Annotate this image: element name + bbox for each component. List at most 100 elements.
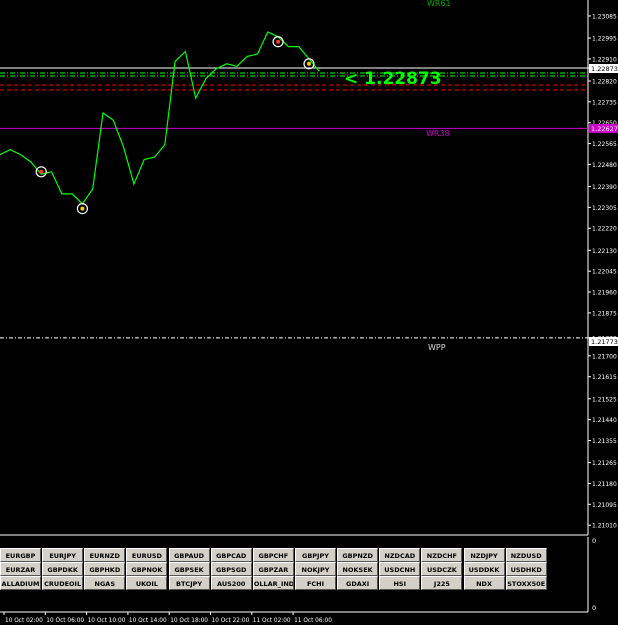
symbol-button-usddkk[interactable]: USDDKK [463, 562, 505, 576]
symbol-button-gbpsgd[interactable]: GBPSGD [210, 562, 252, 576]
symbol-cell: NZDCHF [421, 548, 463, 562]
symbol-button-gbpnzd[interactable]: GBPNZD [337, 548, 379, 562]
price-tick-label: 1.21700 [592, 353, 617, 360]
price-tick-label: 1.23085 [592, 13, 617, 20]
symbol-button-usdcnh[interactable]: USDCNH [379, 562, 421, 576]
price-tick-label: 1.21960 [592, 290, 617, 297]
price-tick-label: 1.22305 [592, 205, 617, 212]
symbol-button-ollar-ind-[interactable]: OLLAR_IND> [252, 576, 294, 590]
price-tick-label: 1.21010 [592, 523, 617, 530]
time-tick-label: 10 Oct 02:00 [5, 618, 43, 624]
symbol-button-stoxx50e[interactable]: STOXX50E [505, 576, 547, 590]
symbol-button-gbpnok[interactable]: GBPNOK [126, 562, 168, 576]
symbol-cell: GBPJPY [294, 548, 337, 562]
symbol-row: ALLADIUM CRUDEOIL NGAS UKOIL BTCJPY AUS200 OLL… [0, 576, 548, 590]
symbol-button-gbpchf[interactable]: GBPCHF [252, 548, 294, 562]
price-tick-label: 1.21095 [592, 502, 617, 509]
symbol-button-j225[interactable]: J225 [421, 576, 463, 590]
symbol-button-nzdchf[interactable]: NZDCHF [421, 548, 463, 562]
symbol-cell: NZDUSD [505, 548, 548, 562]
symbol-cell: NZDJPY [463, 548, 506, 562]
price-tick-label: 1.22565 [592, 141, 617, 148]
symbol-button-usdczk[interactable]: USDCZK [421, 562, 463, 576]
arrow-marker-dot-0 [39, 169, 44, 174]
symbol-cell: FCHI [294, 576, 337, 590]
symbol-button-nzdusd[interactable]: NZDUSD [505, 548, 547, 562]
price-tick-label: 1.21355 [592, 438, 617, 445]
symbol-button-gbphkd[interactable]: GBPHKD [84, 562, 126, 576]
symbol-cell: EURNZD [84, 548, 126, 562]
time-tick-label: 10 Oct 14:00 [129, 618, 167, 624]
price-tick-label: 1.21265 [592, 460, 617, 467]
symbol-button-ukoil[interactable]: UKOIL [126, 576, 168, 590]
symbol-button-fchi[interactable]: FCHI [294, 576, 336, 590]
symbol-button-alladium[interactable]: ALLADIUM [0, 576, 41, 590]
symbol-button-gbpaud[interactable]: GBPAUD [168, 548, 210, 562]
symbol-cell: GBPCHF [252, 548, 295, 562]
symbol-button-noksek[interactable]: NOKSEK [337, 562, 379, 576]
symbol-button-btcjpy[interactable]: BTCJPY [168, 576, 210, 590]
symbol-row: EURGBP EURJPY EURNZD EURUSD GBPAUD GBPCAD GBPC… [0, 548, 548, 562]
symbol-button-usdhkd[interactable]: USDHKD [505, 562, 547, 576]
symbol-cell: GDAXI [337, 576, 379, 590]
symbol-cell: USDCNH [379, 562, 421, 576]
symbol-button-nzdcad[interactable]: NZDCAD [379, 548, 421, 562]
symbol-button-nzdjpy[interactable]: NZDJPY [463, 548, 505, 562]
time-tick-label: 10 Oct 06:00 [46, 618, 84, 624]
symbol-cell: USDCZK [421, 562, 463, 576]
symbol-cell: AUS200 [210, 576, 253, 590]
price-tick-label: 1.21180 [592, 481, 617, 488]
symbol-cell: EURGBP [0, 548, 42, 562]
symbol-cell: USDDKK [463, 562, 506, 576]
time-axis-labels: 10 Oct 02:00 10 Oct 06:00 10 Oct 10:00 10 O… [3, 612, 332, 624]
symbol-button-ndx[interactable]: NDX [463, 576, 505, 590]
current-price-label: < 1.22873 [344, 69, 442, 89]
arrow-marker-dot-2 [276, 39, 281, 44]
symbol-cell: BTCJPY [168, 576, 211, 590]
wpp-label: WPP [428, 343, 446, 352]
chart-area[interactable]: 1.23085 1.22995 1.22910 1.22873 1.22820 1.227… [0, 0, 618, 625]
symbol-button-eurjpy[interactable]: EURJPY [42, 548, 84, 562]
symbol-cell: J225 [421, 576, 463, 590]
symbol-button-gbpsek[interactable]: GBPSEK [168, 562, 210, 576]
symbol-button-crudeoil[interactable]: CRUDEOIL [42, 576, 84, 590]
symbol-button-eurnzd[interactable]: EURNZD [84, 548, 126, 562]
symbol-cell: EURJPY [42, 548, 84, 562]
symbol-button-nokjpy[interactable]: NOKJPY [294, 562, 336, 576]
symbol-button-gbpcad[interactable]: GBPCAD [210, 548, 252, 562]
symbol-button-eurzar[interactable]: EURZAR [0, 562, 41, 576]
symbol-cell: UKOIL [126, 576, 168, 590]
time-tick-label: 10 Oct 22:00 [212, 618, 250, 624]
symbol-cell: USDHKD [505, 562, 548, 576]
time-tick-label: 10 Oct 10:00 [88, 618, 126, 624]
subwindow-axis-top: 0 [592, 537, 596, 545]
price-line [0, 31, 320, 205]
symbol-cell: GBPSGD [210, 562, 253, 576]
price-tick-label: 1.22910 [592, 56, 617, 63]
symbol-cell: GBPNZD [337, 548, 379, 562]
symbol-button-gbpjpy[interactable]: GBPJPY [294, 548, 336, 562]
symbol-cell: GBPNOK [126, 562, 168, 576]
symbol-button-eurusd[interactable]: EURUSD [126, 548, 168, 562]
symbol-button-gdaxi[interactable]: GDAXI [337, 576, 379, 590]
price-tick-label: 1.21875 [592, 310, 617, 317]
price-tick-label: 1.22130 [592, 248, 617, 255]
price-tick-label: 1.22390 [592, 184, 617, 191]
symbol-button-gbpzar[interactable]: GBPZAR [252, 562, 294, 576]
symbol-button-ngas[interactable]: NGAS [84, 576, 126, 590]
symbol-button-eurgbp[interactable]: EURGBP [0, 548, 41, 562]
symbol-cell: STOXX50E [505, 576, 548, 590]
subwindow-axis-bottom: 0 [592, 604, 596, 612]
price-tick-label: 1.22220 [592, 226, 617, 233]
symbol-button-aus200[interactable]: AUS200 [210, 576, 252, 590]
symbol-button-hsi[interactable]: HSI [379, 576, 421, 590]
symbol-button-gbpdkk[interactable]: GBPDKK [42, 562, 84, 576]
arrow-marker-dot-1 [80, 206, 85, 211]
symbol-cell: GBPHKD [84, 562, 126, 576]
time-tick-label: 10 Oct 18:00 [170, 618, 208, 624]
price-axis-labels: 1.23085 1.22995 1.22910 1.22873 1.22820 1.227… [588, 13, 617, 530]
time-tick-label: 11 Oct 06:00 [294, 618, 332, 624]
price-tick-label: 1.22480 [592, 162, 617, 169]
symbol-cell: GBPDKK [42, 562, 84, 576]
symbol-cell: NGAS [84, 576, 126, 590]
